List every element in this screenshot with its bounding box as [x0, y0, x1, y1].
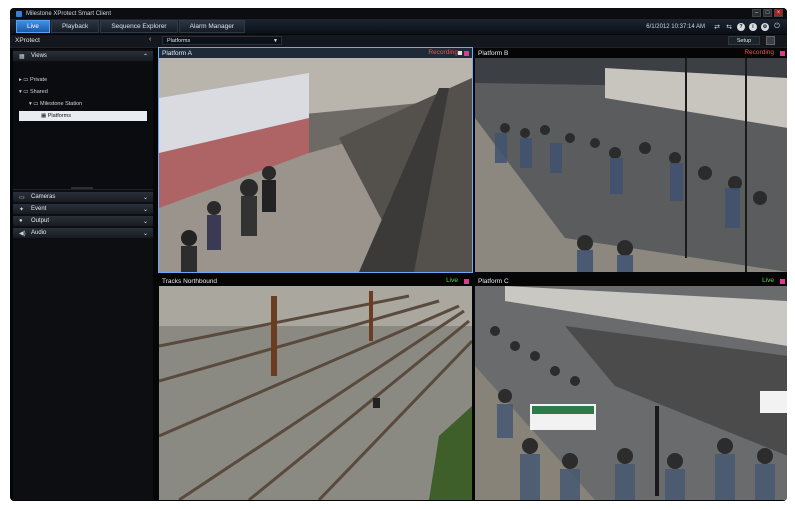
tab-playback[interactable]: Playback: [50, 20, 100, 33]
camera-marker-icon: [780, 279, 785, 284]
camera-title-bar: Tracks Northbound Live: [159, 276, 472, 286]
camera-icon: ▭: [19, 194, 25, 201]
chevron-down-icon: ▼: [273, 38, 278, 44]
camera-tile[interactable]: Tracks Northbound Live: [159, 276, 472, 500]
chevron-down-icon: ⌄: [142, 230, 148, 237]
camera-feed: [159, 58, 472, 272]
tree-item-shared[interactable]: ▾ ▭ Shared: [19, 89, 48, 95]
user-icon[interactable]: i: [749, 22, 757, 31]
camera-status: Recording: [744, 49, 774, 56]
event-icon: ✦: [19, 206, 25, 213]
camera-status: Recording: [428, 49, 458, 56]
options-icon[interactable]: ⚙: [761, 22, 769, 31]
camera-name: Tracks Northbound: [162, 277, 218, 285]
audio-panel-header[interactable]: ◀) Audio ⌄: [13, 228, 153, 238]
camera-tile[interactable]: Platform A Recording: [158, 47, 473, 273]
camera-status: Live: [446, 277, 458, 284]
window-title: Milestone XProtect Smart Client: [26, 10, 112, 17]
view-selector[interactable]: Platforms ▼: [162, 36, 282, 45]
tab-live[interactable]: Live: [16, 20, 50, 33]
camera-title-bar: Platform A Recording: [159, 48, 472, 58]
settings-icon[interactable]: ⇆: [725, 23, 733, 31]
views-icon: ▦: [19, 53, 25, 60]
camera-feed: [159, 286, 472, 500]
minimize-button[interactable]: –: [752, 9, 761, 17]
view-selector-value: Platforms: [167, 38, 191, 44]
camera-title-bar: Platform B Recording: [475, 48, 787, 58]
current-datetime: 6/1/2012 10:37:14 AM: [646, 23, 705, 30]
camera-name: Platform B: [478, 49, 509, 57]
fullscreen-button[interactable]: [766, 36, 775, 45]
camera-tile[interactable]: Platform B Recording: [475, 48, 787, 272]
setup-button[interactable]: Setup: [728, 36, 760, 45]
app-name: XProtect: [15, 37, 40, 44]
output-panel-header[interactable]: ● Output ⌄: [13, 216, 153, 226]
camera-title-bar: Platform C Live: [475, 276, 787, 286]
output-icon: ●: [19, 218, 23, 224]
app-logo-icon: [16, 10, 22, 17]
camera-marker-icon: [780, 51, 785, 56]
tree-item-platforms[interactable]: ▦ Platforms: [19, 111, 147, 121]
chevron-up-icon: ⌃: [142, 53, 148, 60]
sidebar: ▦ Views ⌃ ▸ ▭ Private ▾ ▭ Shared ▾ ▭ Mil…: [13, 49, 153, 500]
chevron-down-icon: ⌄: [142, 218, 148, 225]
views-tree: ▸ ▭ Private ▾ ▭ Shared ▾ ▭ Milestone Sta…: [13, 63, 153, 190]
maximize-button[interactable]: □: [763, 9, 772, 17]
camera-tile[interactable]: Platform C Live: [475, 276, 787, 500]
workspace-header: XProtect ‹ Platforms ▼ Setup: [10, 35, 787, 48]
speaker-icon: ◀): [19, 230, 26, 237]
views-panel-label: Views: [31, 53, 47, 59]
tab-bar: Live Playback Sequence Explorer Alarm Ma…: [10, 19, 787, 34]
camera-name: Platform A: [162, 49, 192, 57]
camera-feed: [475, 58, 787, 272]
panel-resize-handle[interactable]: [71, 187, 93, 189]
chevron-down-icon: ⌄: [142, 194, 148, 201]
tab-alarm-manager[interactable]: Alarm Manager: [178, 20, 246, 33]
status-icon[interactable]: ⇄: [713, 23, 721, 31]
client-window: Milestone XProtect Smart Client – □ × Li…: [10, 8, 787, 501]
camera-status: Live: [762, 277, 774, 284]
tree-item-private[interactable]: ▸ ▭ Private: [19, 77, 47, 83]
camera-name: Platform C: [478, 277, 509, 285]
stop-icon[interactable]: [458, 51, 462, 55]
help-icon[interactable]: ?: [737, 22, 745, 31]
cameras-panel-header[interactable]: ▭ Cameras ⌄: [13, 192, 153, 202]
collapse-sidebar-icon[interactable]: ‹: [149, 36, 151, 43]
event-panel-header[interactable]: ✦ Event ⌄: [13, 204, 153, 214]
logout-icon[interactable]: ⏻: [773, 23, 781, 31]
views-panel-header[interactable]: ▦ Views ⌃: [13, 51, 153, 61]
camera-grid: Platform A Recording Platform B Recordin…: [158, 47, 787, 500]
close-button[interactable]: ×: [774, 9, 783, 17]
chevron-down-icon: ⌄: [142, 206, 148, 213]
camera-marker-icon: [464, 279, 469, 284]
tab-sequence-explorer[interactable]: Sequence Explorer: [100, 20, 178, 33]
title-bar: Milestone XProtect Smart Client – □ ×: [10, 8, 787, 19]
tree-item-milestone-station[interactable]: ▾ ▭ Milestone Station: [29, 101, 82, 107]
camera-marker-icon: [464, 51, 469, 56]
camera-feed: [475, 286, 787, 500]
